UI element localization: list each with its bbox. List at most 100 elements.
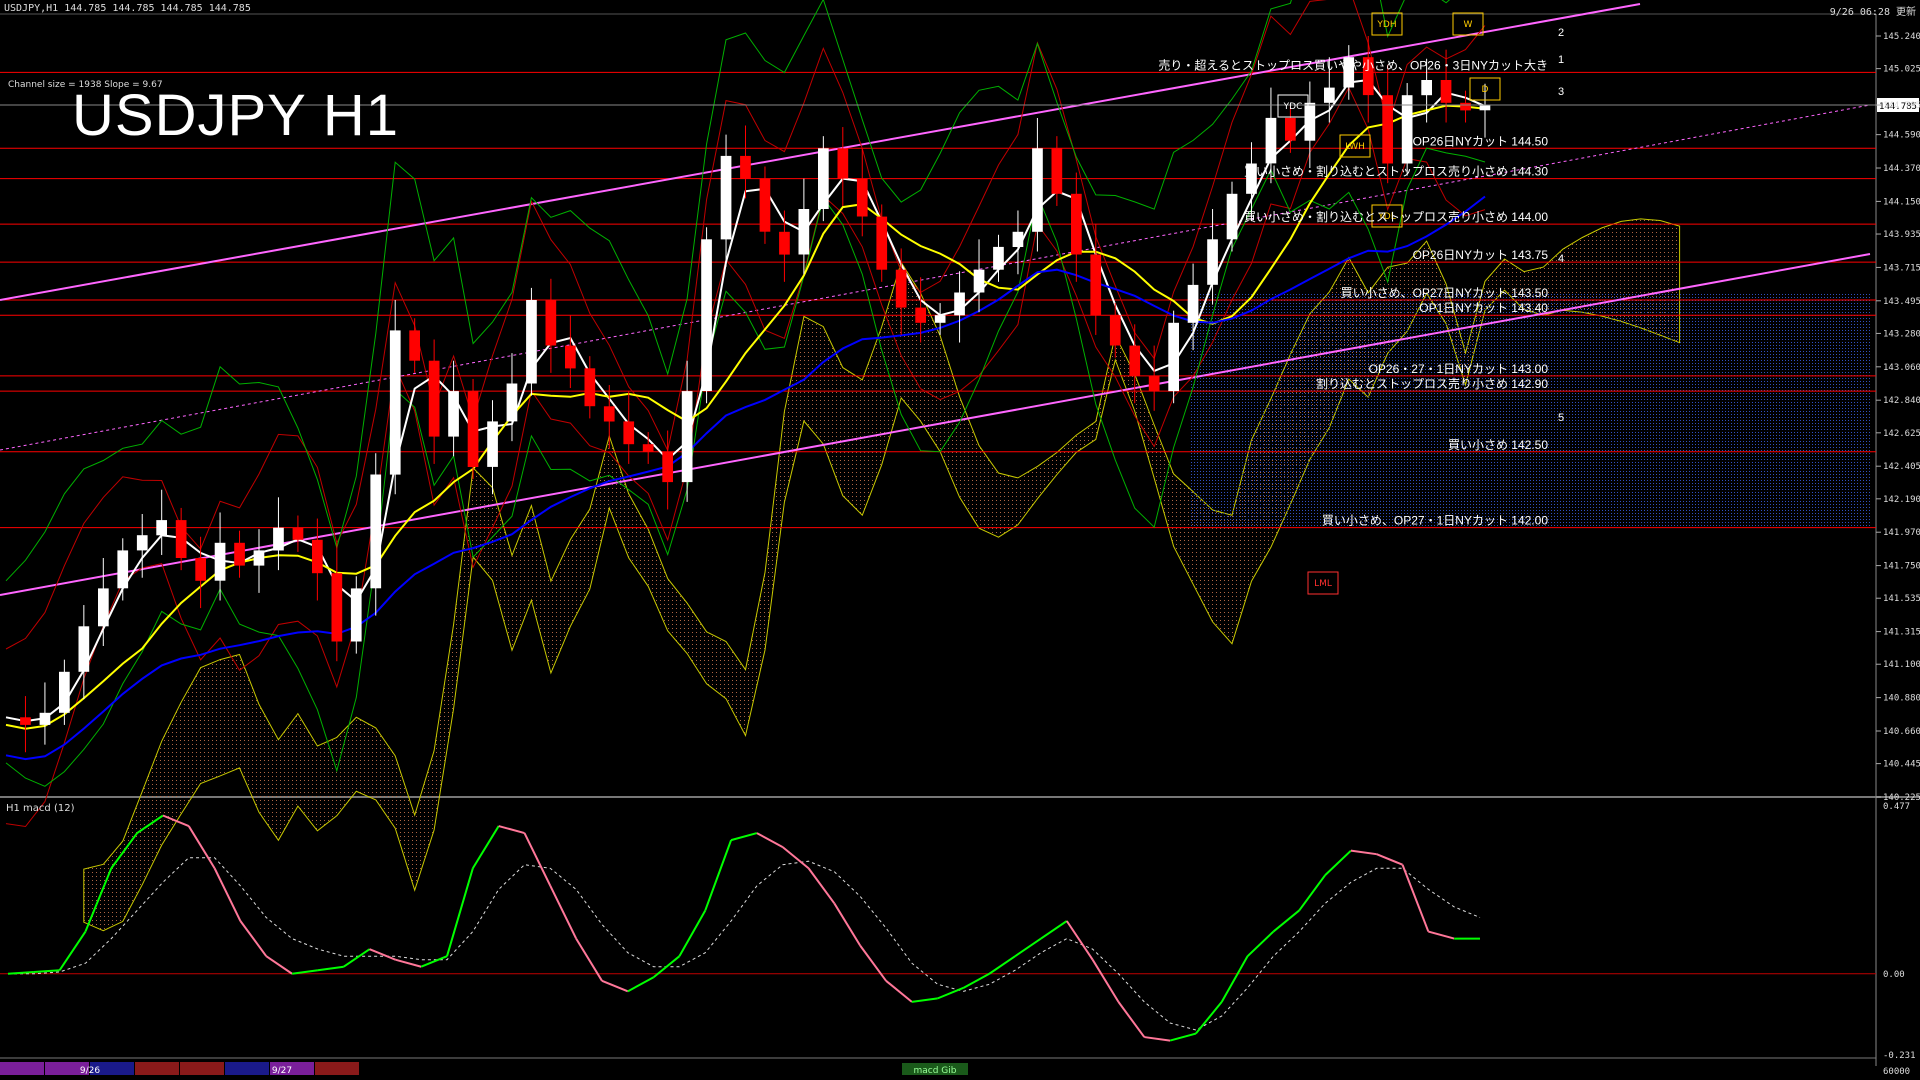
scenario-mark: 4 [1558,253,1564,265]
candle-body [234,542,245,566]
y-tick-label: 140.880 [1883,694,1920,704]
y-tick-label: 144.590 [1883,131,1920,141]
candle-body [98,588,109,627]
symbol-info: USDJPY,H1 144.785 144.785 144.785 144.78… [4,3,251,14]
candle-body [1207,239,1218,285]
level-label: 買い小さめ、OP27日NYカット 143.50 [1341,286,1549,300]
level-box-label: LWH [1345,142,1365,152]
y-tick-label: 142.840 [1883,396,1920,406]
period-segment [135,1062,179,1075]
macd-tick-label: 0.477 [1883,802,1910,812]
cloud-future [1190,292,1870,527]
candle-body [1032,148,1043,232]
level-box-label: W [1464,20,1473,30]
level-label: OP26日NYカット 144.50 [1413,134,1549,148]
candle-body [1304,102,1316,141]
level-label: 買い小さめ・割り込むとストップロス売り小さめ 144.00 [1244,209,1548,224]
level-label: 売り・超えるとストップロス買いやや小さめ、OP26・3日NYカット大き [1158,57,1548,72]
y-tick-label: 141.750 [1883,562,1920,572]
candle-body [565,345,576,369]
candle-body [1012,231,1024,247]
scenario-mark: 5 [1558,412,1564,424]
candle-body [973,269,985,293]
candle-body [1421,80,1432,96]
candle-body [1324,87,1335,103]
candle-body [895,269,907,308]
candle-body [1071,193,1082,255]
candle-body [681,391,693,483]
candle-body [720,155,732,240]
y-tick-label: 144.150 [1883,197,1920,207]
level-label: OP26・27・1日NYカット 143.00 [1369,362,1549,376]
candle-body [487,421,498,467]
y-tick-label: 141.100 [1883,660,1920,670]
candle-body [292,527,304,540]
candle-body [156,520,167,536]
candle-body [273,527,284,551]
candle-body [740,155,751,179]
period-segment [0,1062,44,1075]
candle-body [1148,375,1160,392]
candle-body [175,520,187,558]
candle-body [701,239,712,391]
candle-body [20,717,31,725]
level-label: OP1日NYカット 143.40 [1419,301,1548,315]
candle-body [78,626,90,672]
candle-body [1285,117,1296,141]
y-tick-label: 142.190 [1883,495,1920,505]
y-tick-label: 141.535 [1883,594,1920,604]
y-tick-label: 143.060 [1883,363,1920,373]
candle-body [1440,80,1452,103]
candle-body [214,542,226,581]
candle-body [467,391,479,467]
candle-body [117,550,129,589]
y-tick-label: 144.785 [1883,101,1920,111]
y-tick-label: 142.405 [1883,462,1920,472]
y-tick-label: 143.495 [1883,297,1920,307]
level-label: OP26日NYカット 143.75 [1413,248,1549,262]
chart-stage: 144.785 12345YDHYDCLWHYDLLMLWD 145.24014… [0,0,1920,1080]
candle-body [331,573,343,642]
y-tick-label: 143.280 [1883,329,1920,339]
candle-body [759,178,771,232]
candle-body [1109,315,1121,346]
y-tick-label: 142.625 [1883,429,1920,439]
level-box-label: D [1482,85,1489,95]
candle-body [954,292,965,316]
candle-body [584,368,596,407]
scenario-mark: 2 [1558,27,1564,39]
macd-tick-label: 0.00 [1883,970,1905,980]
datetime: 9/26 06:28 更新 [1829,7,1916,18]
period-segment [315,1062,359,1075]
y-tick-label: 141.970 [1883,528,1920,538]
period-segment [180,1062,224,1075]
candle-body [779,231,790,255]
candle-body [59,671,70,713]
candle-body [1226,193,1238,240]
candle-body [1051,148,1063,194]
candle-body [428,360,440,437]
level-box-label: YDH [1376,20,1396,30]
scenario-mark: 1 [1558,54,1564,66]
y-tick-label: 143.935 [1883,230,1920,240]
y-tick-label: 141.315 [1883,628,1920,638]
candle-body [312,539,323,574]
macd-label: H1 macd (12) [6,803,75,814]
candle-body [409,330,420,361]
candle-body [818,148,829,209]
candle-body [623,421,635,445]
date-label: 9/27 [272,1066,292,1076]
date-label: 9/26 [80,1066,100,1076]
candle-body [915,307,926,323]
macd-badge-text: macd Gib [914,1066,957,1076]
bottom-right-value: 60000 [1883,1067,1910,1077]
candle-body [136,535,148,551]
candle-body [1168,322,1179,392]
candle-body [662,451,673,483]
candle-body [195,558,206,581]
candle-body [837,148,849,179]
y-tick-label: 144.370 [1883,164,1920,174]
scenario-mark: 3 [1558,86,1564,98]
candle-body [39,712,51,725]
candle-body [389,330,401,475]
